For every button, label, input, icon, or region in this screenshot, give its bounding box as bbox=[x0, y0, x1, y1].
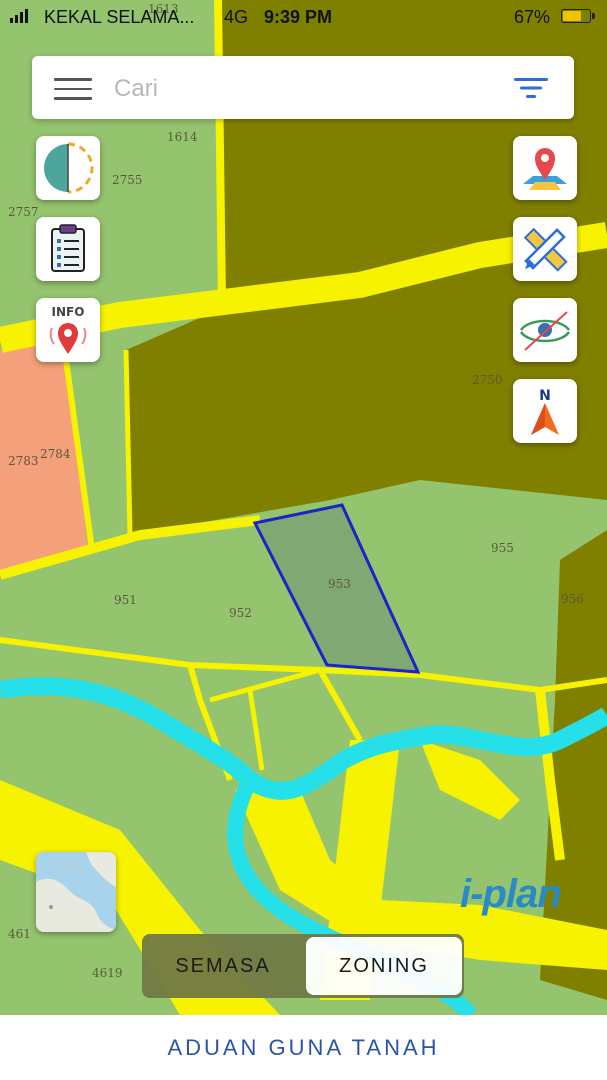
parcel-label: 955 bbox=[491, 541, 514, 555]
basemap-thumbnail-icon bbox=[36, 852, 116, 932]
battery-percent: 67% bbox=[514, 7, 551, 27]
parcel-label: 4619 bbox=[92, 966, 123, 980]
search-bar bbox=[32, 56, 574, 119]
compass-north-icon: N bbox=[531, 388, 559, 435]
ruler-pencil-icon bbox=[523, 227, 568, 272]
parcel-label: 2757 bbox=[8, 205, 39, 219]
info-label: INFO bbox=[52, 305, 85, 319]
bottom-bar: ADUAN GUNA TANAH bbox=[0, 1015, 607, 1080]
parcel-label: 461 bbox=[8, 927, 31, 941]
visibility-toggle-button[interactable] bbox=[513, 298, 577, 362]
parcel-label: 2755 bbox=[112, 173, 143, 187]
filter-icon[interactable] bbox=[512, 76, 550, 100]
parcel-label: 2783 bbox=[8, 454, 39, 468]
map-marker-button[interactable] bbox=[513, 136, 577, 200]
info-location-button[interactable]: INFO bbox=[36, 298, 100, 362]
compass-label: N bbox=[539, 388, 551, 404]
clipboard-icon bbox=[51, 224, 85, 272]
carrier-name: KEKAL SELAMA... bbox=[44, 7, 195, 27]
semasa-button[interactable]: SEMASA bbox=[145, 937, 301, 995]
clock: 9:39 PM bbox=[264, 7, 333, 27]
eye-off-icon bbox=[519, 311, 571, 351]
selected-parcel-label[interactable]: 953 bbox=[328, 577, 351, 591]
map-pin-icon bbox=[523, 148, 567, 190]
half-circle-layer-icon bbox=[44, 142, 94, 194]
status-bar: KEKAL SELAMA... 4G 9:39 PM 67% bbox=[0, 0, 607, 34]
info-pin-icon: INFO bbox=[49, 305, 87, 354]
parcel-label: 1614 bbox=[167, 130, 198, 144]
menu-icon[interactable] bbox=[54, 78, 92, 100]
zoning-button[interactable]: ZONING bbox=[306, 937, 462, 995]
battery-icon bbox=[561, 9, 595, 23]
search-input[interactable] bbox=[112, 70, 496, 108]
aduan-guna-tanah-link[interactable]: ADUAN GUNA TANAH bbox=[161, 1034, 445, 1062]
basemap-switcher[interactable] bbox=[36, 852, 116, 932]
parcel-label: 956 bbox=[561, 592, 584, 606]
compass-button[interactable]: N bbox=[513, 379, 577, 443]
parcel-label: 951 bbox=[114, 593, 137, 607]
network-type: 4G bbox=[224, 7, 249, 27]
parcel-label: 952 bbox=[229, 606, 252, 620]
measure-tool-button[interactable] bbox=[513, 217, 577, 281]
layer-toggle-button[interactable] bbox=[36, 136, 100, 200]
map-mode-toggle: SEMASA ZONING bbox=[142, 934, 464, 998]
report-list-button[interactable] bbox=[36, 217, 100, 281]
parcel-label: 2784 bbox=[40, 447, 71, 461]
parcel-label: 2750 bbox=[472, 373, 503, 387]
iplan-logo: i-plan bbox=[460, 872, 562, 916]
signal-icon bbox=[10, 9, 28, 23]
